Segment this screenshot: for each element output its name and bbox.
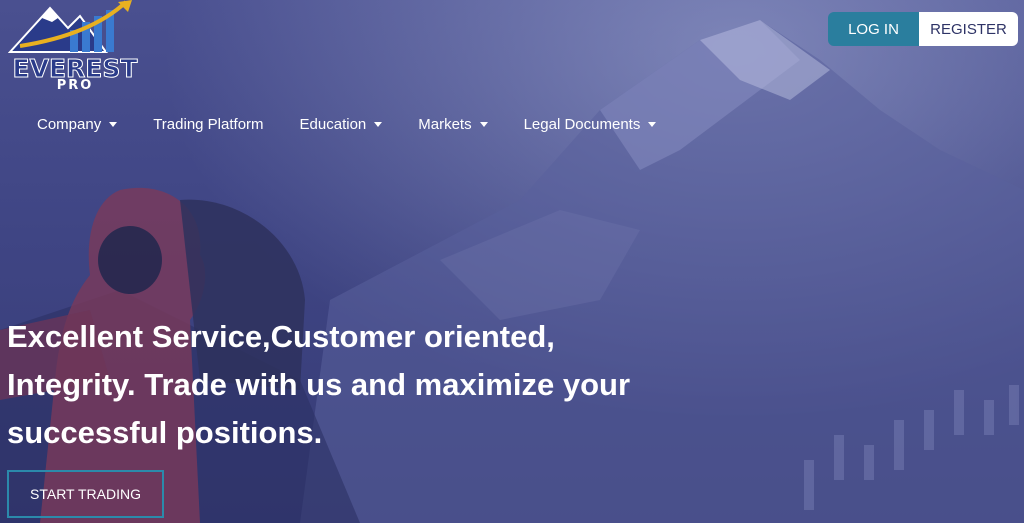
nav-legal-documents[interactable]: Legal Documents xyxy=(524,116,657,133)
chevron-down-icon xyxy=(374,122,383,127)
brand-suffix: PRO xyxy=(56,78,94,93)
main-nav: Company Trading Platform Education Marke… xyxy=(37,116,692,133)
login-button[interactable]: LOG IN xyxy=(828,12,919,46)
auth-buttons: LOG IN REGISTER xyxy=(828,12,1018,46)
nav-markets-label: Markets xyxy=(418,116,472,133)
nav-trading-platform-label: Trading Platform xyxy=(153,116,264,133)
nav-trading-platform[interactable]: Trading Platform xyxy=(153,116,263,133)
nav-education-label: Education xyxy=(299,116,367,133)
hero-headline-line-2: Integrity. Trade with us and maximize yo… xyxy=(7,367,631,402)
hero-headline-line-3: successful positions. xyxy=(7,415,323,450)
nav-company-label: Company xyxy=(37,116,102,133)
chevron-down-icon xyxy=(479,122,488,127)
nav-education[interactable]: Education xyxy=(300,116,383,133)
register-button[interactable]: REGISTER xyxy=(919,12,1018,46)
chevron-down-icon xyxy=(648,122,657,127)
hero-headline: Excellent Service,Customer oriented, Int… xyxy=(7,313,647,457)
start-trading-button[interactable]: START TRADING xyxy=(7,470,164,518)
chevron-down-icon xyxy=(109,122,118,127)
nav-markets[interactable]: Markets xyxy=(418,116,488,133)
candlestick-decoration xyxy=(804,385,1019,510)
nav-legal-documents-label: Legal Documents xyxy=(523,116,641,133)
nav-company[interactable]: Company xyxy=(37,116,118,133)
hero-headline-line-1: Excellent Service,Customer oriented, xyxy=(7,319,555,354)
